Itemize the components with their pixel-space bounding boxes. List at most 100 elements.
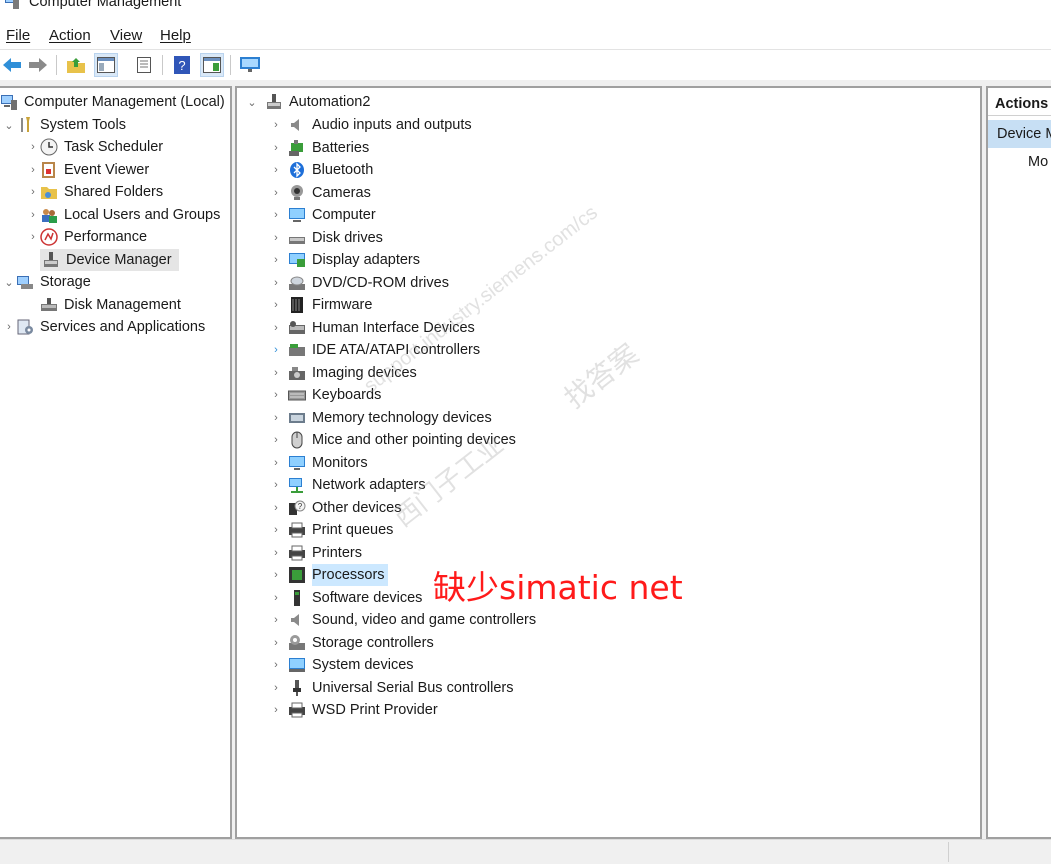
tree-item-storage[interactable]: ⌄ Storage bbox=[2, 271, 94, 293]
device-category[interactable]: › Batteries bbox=[269, 137, 372, 159]
unknown-device-icon: ? bbox=[288, 499, 306, 517]
chevron-right-icon[interactable]: › bbox=[269, 159, 283, 181]
device-category[interactable]: › Audio inputs and outputs bbox=[269, 114, 475, 136]
chevron-right-icon[interactable]: › bbox=[269, 249, 283, 271]
chevron-right-icon[interactable]: › bbox=[269, 317, 283, 339]
chevron-right-icon[interactable]: › bbox=[269, 114, 283, 136]
tree-item-performance[interactable]: › Performance bbox=[26, 226, 150, 248]
device-category-label: Human Interface Devices bbox=[312, 319, 475, 336]
chevron-right-icon[interactable]: › bbox=[269, 587, 283, 609]
back-icon[interactable] bbox=[0, 53, 24, 77]
tree-item-disk-management[interactable]: Disk Management bbox=[26, 294, 184, 316]
chevron-right-icon[interactable]: › bbox=[269, 699, 283, 721]
chevron-right-icon[interactable]: › bbox=[269, 677, 283, 699]
actions-more[interactable]: Mo bbox=[1028, 154, 1048, 170]
device-category[interactable]: › Monitors bbox=[269, 452, 371, 474]
chevron-right-icon[interactable]: › bbox=[26, 136, 40, 158]
device-category[interactable]: › Sound, video and game controllers bbox=[269, 609, 539, 631]
device-category[interactable]: › Bluetooth bbox=[269, 159, 376, 181]
menu-help[interactable]: Help bbox=[160, 27, 191, 44]
chevron-right-icon[interactable]: › bbox=[269, 542, 283, 564]
tree-item-device-manager[interactable]: Device Manager bbox=[26, 249, 179, 271]
chevron-right-icon[interactable]: › bbox=[269, 519, 283, 541]
chevron-right-icon[interactable]: › bbox=[269, 632, 283, 654]
shared-folder-icon bbox=[40, 183, 58, 201]
device-root[interactable]: ⌄ Automation2 bbox=[245, 91, 373, 113]
device-category[interactable]: › Keyboards bbox=[269, 384, 384, 406]
properties-icon[interactable] bbox=[132, 53, 156, 77]
device-category[interactable]: › DVD/CD-ROM drives bbox=[269, 272, 452, 294]
forward-icon[interactable] bbox=[26, 53, 50, 77]
chevron-right-icon[interactable]: › bbox=[26, 204, 40, 226]
tree-item-local-users[interactable]: › Local Users and Groups bbox=[26, 204, 223, 226]
device-category-label: Other devices bbox=[312, 499, 402, 516]
chevron-right-icon[interactable]: › bbox=[269, 497, 283, 519]
chevron-right-icon[interactable]: › bbox=[269, 609, 283, 631]
device-category[interactable]: ›? Other devices bbox=[269, 497, 404, 519]
chevron-right-icon[interactable]: › bbox=[269, 182, 283, 204]
device-category[interactable]: › Memory technology devices bbox=[269, 407, 495, 429]
chevron-right-icon[interactable]: › bbox=[269, 227, 283, 249]
actions-device-manager[interactable]: Device M bbox=[988, 120, 1051, 148]
device-category[interactable]: › Display adapters bbox=[269, 249, 423, 271]
device-category[interactable]: › Network adapters bbox=[269, 474, 429, 496]
tree-item-label: Shared Folders bbox=[64, 184, 164, 200]
device-category[interactable]: › Storage controllers bbox=[269, 632, 437, 654]
chevron-right-icon[interactable]: › bbox=[269, 407, 283, 429]
chevron-right-icon[interactable]: › bbox=[269, 339, 283, 361]
tree-item-task-scheduler[interactable]: › Task Scheduler bbox=[26, 136, 166, 158]
tree-item-system-tools[interactable]: ⌄ System Tools bbox=[2, 114, 129, 136]
device-category[interactable]: › WSD Print Provider bbox=[269, 699, 441, 721]
window-title: Computer Management bbox=[29, 0, 182, 10]
chevron-right-icon[interactable]: › bbox=[269, 429, 283, 451]
device-category[interactable]: › Printers bbox=[269, 542, 365, 564]
chevron-right-icon[interactable]: › bbox=[2, 316, 16, 338]
chevron-right-icon[interactable]: › bbox=[269, 564, 283, 586]
chevron-right-icon[interactable]: › bbox=[26, 226, 40, 248]
chevron-right-icon[interactable]: › bbox=[269, 384, 283, 406]
device-category[interactable]: › System devices bbox=[269, 654, 417, 676]
chevron-right-icon[interactable]: › bbox=[269, 474, 283, 496]
help-icon[interactable]: ? bbox=[170, 53, 194, 77]
menu-action[interactable]: Action bbox=[49, 27, 91, 44]
chevron-down-icon[interactable]: ⌄ bbox=[2, 271, 16, 293]
device-category-label: Batteries bbox=[312, 139, 370, 156]
device-category[interactable]: › Universal Serial Bus controllers bbox=[269, 677, 516, 699]
device-category[interactable]: › Cameras bbox=[269, 182, 374, 204]
device-category[interactable]: › Mice and other pointing devices bbox=[269, 429, 519, 451]
device-category-label: Processors bbox=[312, 564, 388, 586]
chevron-right-icon[interactable]: › bbox=[269, 137, 283, 159]
tree-root[interactable]: Computer Management (Local) bbox=[0, 91, 228, 113]
tree-item-services-apps[interactable]: › Services and Applications bbox=[2, 316, 208, 338]
chevron-right-icon[interactable]: › bbox=[269, 452, 283, 474]
chevron-right-icon[interactable]: › bbox=[269, 272, 283, 294]
chevron-right-icon[interactable]: › bbox=[269, 654, 283, 676]
actions-header: Actions bbox=[988, 92, 1051, 116]
menu-file[interactable]: File bbox=[6, 27, 30, 44]
tree-item-event-viewer[interactable]: › Event Viewer bbox=[26, 159, 152, 181]
chevron-right-icon[interactable]: › bbox=[269, 294, 283, 316]
device-category[interactable]: › Firmware bbox=[269, 294, 375, 316]
svg-text:?: ? bbox=[178, 58, 185, 73]
device-category[interactable]: › Human Interface Devices bbox=[269, 317, 478, 339]
tree-item-shared-folders[interactable]: › Shared Folders bbox=[26, 181, 166, 203]
device-category[interactable]: › Computer bbox=[269, 204, 379, 226]
up-folder-icon[interactable] bbox=[64, 53, 88, 77]
chevron-right-icon[interactable]: › bbox=[26, 181, 40, 203]
show-hide-tree-icon[interactable] bbox=[94, 53, 118, 77]
chevron-right-icon[interactable]: › bbox=[269, 362, 283, 384]
device-category[interactable]: › Processors bbox=[269, 564, 388, 586]
monitor-icon[interactable] bbox=[238, 53, 262, 77]
chevron-right-icon[interactable]: › bbox=[269, 204, 283, 226]
chevron-right-icon[interactable]: › bbox=[26, 159, 40, 181]
camera-icon bbox=[288, 184, 306, 202]
device-category[interactable]: › Software devices bbox=[269, 587, 425, 609]
device-category[interactable]: › Print queues bbox=[269, 519, 396, 541]
device-category[interactable]: › IDE ATA/ATAPI controllers bbox=[269, 339, 483, 361]
device-category[interactable]: › Imaging devices bbox=[269, 362, 420, 384]
device-category[interactable]: › Disk drives bbox=[269, 227, 386, 249]
chevron-down-icon[interactable]: ⌄ bbox=[2, 114, 16, 136]
action-pane-icon[interactable] bbox=[200, 53, 224, 77]
chevron-down-icon[interactable]: ⌄ bbox=[245, 91, 259, 113]
menu-view[interactable]: View bbox=[110, 27, 142, 44]
